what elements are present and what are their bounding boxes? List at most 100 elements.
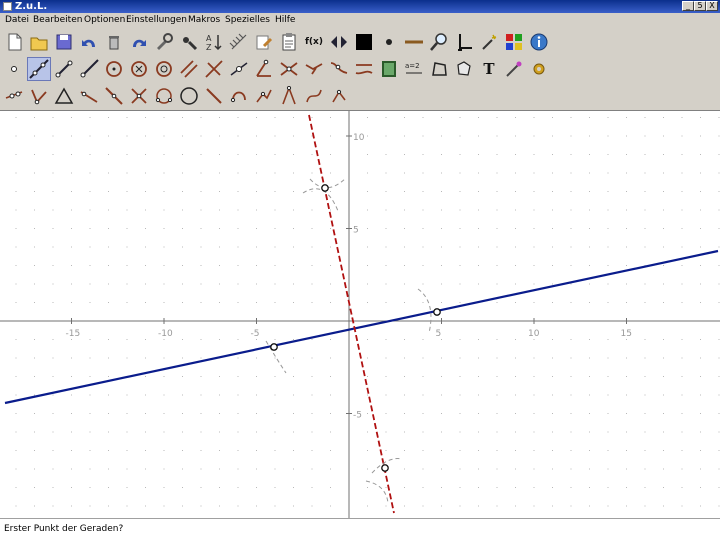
construction-point (270, 343, 278, 351)
x-tick-label: 10 (528, 329, 540, 339)
edit-tool-button[interactable] (252, 30, 276, 54)
menu-settings[interactable]: Einstellungen (126, 13, 187, 28)
point-on-object-tool-button[interactable] (2, 84, 26, 108)
intersection-tool-button[interactable] (277, 57, 301, 81)
diagonal-tool-button[interactable] (202, 84, 226, 108)
grid-dot (330, 135, 331, 137)
segment-tool-button[interactable] (52, 57, 76, 81)
area-tool-button[interactable] (452, 57, 476, 81)
grid-dot (459, 209, 461, 211)
tracker-tool-button[interactable] (502, 57, 526, 81)
zoom-tool-button[interactable] (427, 30, 451, 54)
grid-dot (145, 505, 146, 507)
polygon-tool-button[interactable] (427, 57, 451, 81)
circle-fixed-tool-button[interactable] (152, 57, 176, 81)
text-tool-button[interactable]: T (477, 57, 501, 81)
line-width-tool-button[interactable] (402, 30, 426, 54)
palette-tool-button[interactable] (502, 30, 526, 54)
grid-dot (515, 339, 516, 340)
color-square-tool-button[interactable] (352, 30, 376, 54)
menu-edit[interactable]: Bearbeiten (33, 13, 82, 28)
grid-dot (71, 209, 72, 211)
grid-dot (182, 191, 183, 192)
fixed-angle-tool-button[interactable] (327, 84, 351, 108)
grid-dot (126, 191, 128, 192)
circle-three-points-tool-button[interactable] (152, 84, 176, 108)
drawing-canvas[interactable]: -15 -10 -5 5 10 15 10 5 -5 (0, 111, 720, 518)
circle-center-tool-button[interactable] (127, 57, 151, 81)
hide-tool-button[interactable] (177, 30, 201, 54)
maximize-button[interactable]: 5 (694, 1, 706, 11)
save-file-tool-button[interactable] (52, 30, 76, 54)
point-tool-button[interactable] (2, 57, 26, 81)
grid-tool-button[interactable] (227, 30, 251, 54)
grid-dot (663, 505, 664, 507)
bisector-tool-button[interactable] (327, 57, 351, 81)
magic-wand-tool-button[interactable] (477, 30, 501, 54)
grid-dot (515, 357, 516, 359)
grid-dot (15, 209, 17, 211)
grid-dot (700, 154, 701, 155)
menu-file[interactable]: Datei (5, 13, 29, 28)
point-size-tool-button[interactable] (377, 30, 401, 54)
move-tool-button[interactable] (302, 57, 326, 81)
delete-tool-button[interactable] (102, 30, 126, 54)
perpendicular-tool-button[interactable] (202, 57, 226, 81)
menu-special[interactable]: Spezielles (225, 13, 270, 28)
menu-macros[interactable]: Makros (188, 13, 220, 28)
info-tool-button[interactable] (527, 30, 551, 54)
grid-dot (404, 265, 405, 266)
minimize-button[interactable]: _ (682, 1, 694, 11)
grid-dot (718, 431, 720, 433)
arc-tool-button[interactable] (227, 84, 251, 108)
menu-help[interactable]: Hilfe (275, 13, 295, 28)
grid-dot (237, 135, 239, 137)
redo-tool-button[interactable] (127, 30, 151, 54)
grid-dot (200, 135, 202, 137)
reflection-tool-button[interactable] (352, 57, 376, 81)
line-tool-button[interactable] (27, 57, 51, 81)
new-file-tool-button[interactable] (2, 30, 26, 54)
ray-tool-button[interactable] (77, 57, 101, 81)
axes-tool-button[interactable] (452, 30, 476, 54)
triangle-outline-tool-button[interactable] (52, 84, 76, 108)
compass-tool-button[interactable] (277, 84, 301, 108)
grid-dot (163, 265, 165, 266)
expression-tool-button[interactable]: a=2 (402, 57, 426, 81)
grid-dot (126, 468, 128, 470)
angle-tool-button[interactable] (252, 57, 276, 81)
open-file-tool-button[interactable] (27, 30, 51, 54)
grid-dot (52, 302, 54, 303)
arrows-tool-button[interactable] (327, 30, 351, 54)
construction-plot[interactable]: -15 -10 -5 5 10 15 10 5 -5 (0, 111, 720, 518)
circle-outline-tool-button[interactable] (177, 84, 201, 108)
grid-dot (515, 191, 516, 192)
grid-dot (108, 357, 109, 359)
sort-tool-button[interactable]: AZ (202, 30, 226, 54)
grid-dot (626, 283, 627, 285)
locus-tool-button[interactable] (252, 84, 276, 108)
grid-dot (15, 302, 17, 303)
triangle-tool-button[interactable] (27, 84, 51, 108)
grid-dot (89, 357, 91, 359)
parallel-tool-button[interactable] (177, 57, 201, 81)
grid-dot (385, 246, 387, 248)
close-button[interactable]: X (706, 1, 718, 11)
undo-tool-button[interactable] (77, 30, 101, 54)
curve-tool-button[interactable] (302, 84, 326, 108)
grid-dot (422, 376, 424, 377)
midpoint-tool-button[interactable] (227, 57, 251, 81)
grid-dot (422, 339, 424, 340)
animation-tool-button[interactable] (377, 57, 401, 81)
grid-dot (607, 413, 609, 414)
menu-options[interactable]: Optionen (84, 13, 125, 28)
clipboard-tool-button[interactable] (277, 30, 301, 54)
cross-tool-button[interactable] (127, 84, 151, 108)
circle-tool-button[interactable] (102, 57, 126, 81)
properties-tool-button[interactable] (152, 30, 176, 54)
function-tool-button[interactable]: f(x) (302, 30, 326, 54)
tangent-tool-button[interactable] (77, 84, 101, 108)
grid-dot (570, 339, 572, 340)
settings-tool-button[interactable] (527, 57, 551, 81)
line-through-tool-button[interactable] (102, 84, 126, 108)
